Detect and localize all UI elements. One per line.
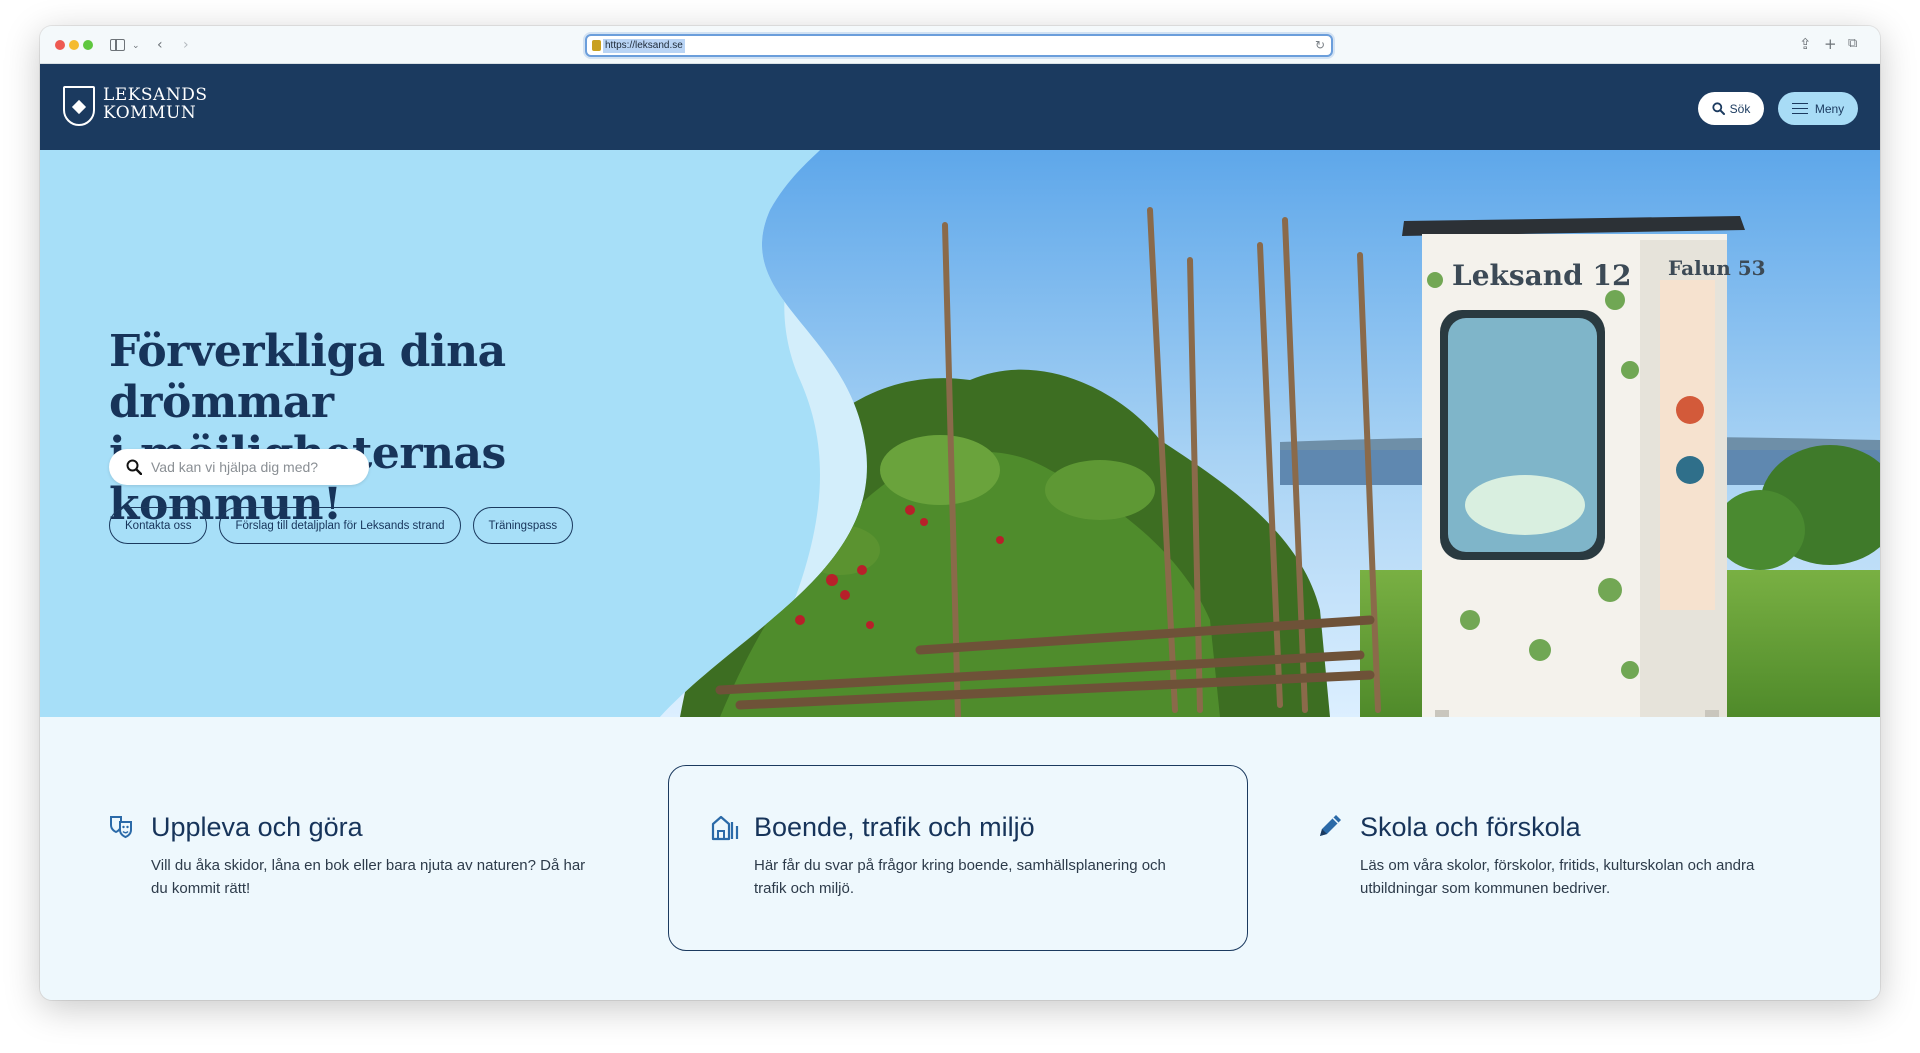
booth-sign-leksand: Leksand 12 [1452, 259, 1631, 292]
logo-line1: LEKSANDS [103, 85, 208, 105]
hero-section: Leksand 12 Falun 53 Förverkliga dina drö… [40, 150, 1880, 717]
category-cards: Uppleva och göra Vill du åka skidor, lån… [40, 717, 1880, 1000]
pencil-icon [1320, 815, 1341, 836]
hero-title: Förverkliga dina drömmar i möjligheterna… [109, 326, 709, 530]
card-skola[interactable]: Skola och förskola Läs om våra skolor, f… [1296, 765, 1876, 951]
quick-link-detail-plan[interactable]: Förslag till detaljplan för Leksands str… [219, 507, 461, 544]
hero-search-input[interactable] [151, 457, 351, 477]
share-icon[interactable]: ⇪ [1799, 35, 1812, 53]
card-desc-line2: trafik och miljö. [754, 880, 855, 897]
new-tab-icon[interactable]: + [1824, 35, 1837, 53]
theater-masks-icon [110, 816, 132, 839]
card-desc-line1: Vill du åka skidor, låna en bok eller ba… [151, 857, 586, 874]
site-favicon-icon [592, 40, 601, 51]
card-description: Här får du svar på frågor kring boende, … [754, 854, 1194, 900]
card-description: Läs om våra skolor, förskolor, fritids, … [1360, 854, 1800, 900]
menu-button-label: Meny [1814, 101, 1845, 116]
hero-title-line1: Förverkliga dina drömmar [109, 326, 506, 428]
card-description: Vill du åka skidor, låna en bok eller ba… [151, 854, 591, 900]
card-uppleva[interactable]: Uppleva och göra Vill du åka skidor, lån… [92, 765, 672, 951]
card-desc-line2: utbildningar som kommunen bedriver. [1360, 880, 1611, 897]
site-header: LEKSANDS KOMMUN Sök Meny [40, 64, 1880, 150]
houses-icon [711, 815, 739, 841]
card-boende[interactable]: Boende, trafik och miljö Här får du svar… [668, 765, 1248, 951]
search-icon [1712, 102, 1725, 115]
chevron-down-icon[interactable]: ⌄ [132, 37, 140, 55]
booth-sign-text-2: Falun 53 [1668, 256, 1766, 280]
logo-line2: KOMMUN [103, 103, 197, 123]
quick-links: Kontakta oss Förslag till detaljplan för… [109, 507, 574, 544]
close-window-button[interactable] [55, 40, 65, 50]
minimize-window-button[interactable] [69, 40, 79, 50]
card-title: Boende, trafik och miljö [754, 812, 1035, 842]
browser-toolbar: ⌄ ‹ › https://leksand.se ↻ ⇪ + ⧉ [40, 26, 1880, 64]
search-icon [126, 459, 142, 475]
zoom-window-button[interactable] [83, 40, 93, 50]
address-url[interactable]: https://leksand.se [603, 39, 685, 53]
quick-link-contact[interactable]: Kontakta oss [109, 507, 208, 544]
card-desc-line1: Här får du svar på frågor kring boende, … [754, 857, 1166, 874]
booth-sign-falun: Falun 53 [1668, 256, 1766, 280]
site-logo[interactable]: LEKSANDS KOMMUN [103, 86, 207, 122]
back-icon[interactable]: ‹ [157, 36, 163, 54]
search-button[interactable]: Sök [1698, 92, 1764, 125]
search-button-label: Sök [1729, 101, 1751, 116]
forward-icon[interactable]: › [183, 36, 189, 54]
booth-sign-text-1: Leksand 12 [1452, 259, 1631, 292]
card-desc-line2: du kommit rätt! [151, 880, 251, 897]
quick-link-training[interactable]: Träningspass [472, 507, 574, 544]
hero-search-box [109, 449, 369, 485]
browser-window: ⌄ ‹ › https://leksand.se ↻ ⇪ + ⧉ LEKSAND… [40, 26, 1880, 1000]
menu-button[interactable]: Meny [1778, 92, 1858, 125]
tabs-overview-icon[interactable]: ⧉ [1848, 36, 1857, 51]
hamburger-icon [1791, 103, 1808, 114]
card-desc-line1: Läs om våra skolor, förskolor, fritids, … [1360, 857, 1755, 874]
reload-icon[interactable]: ↻ [1315, 38, 1325, 52]
address-bar[interactable]: https://leksand.se ↻ [585, 34, 1333, 57]
municipality-shield-icon[interactable] [63, 86, 95, 126]
card-title: Uppleva och göra [151, 812, 363, 842]
sidebar-icon[interactable] [110, 39, 125, 51]
card-title: Skola och förskola [1360, 812, 1581, 842]
